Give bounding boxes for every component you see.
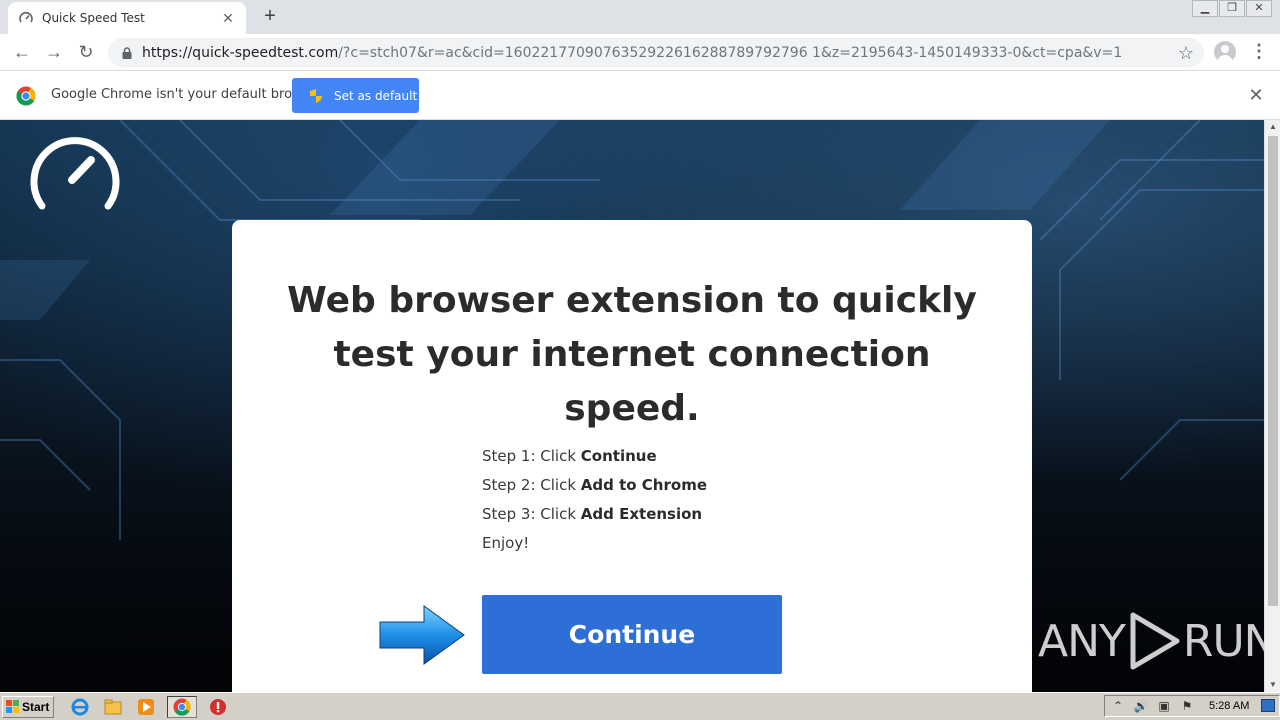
back-button[interactable]: ←	[10, 40, 34, 64]
infobar-message: Google Chrome isn't your default browser	[51, 87, 323, 102]
minimize-button[interactable]: ▁	[1192, 0, 1218, 17]
reload-button[interactable]: ↻	[74, 40, 98, 64]
tray-expand-icon[interactable]: ⌃	[1111, 699, 1125, 713]
shield-icon	[310, 88, 322, 103]
scroll-up-arrow-icon[interactable]: ▲	[1265, 120, 1280, 134]
step-1-prefix: Step 1: Click	[482, 447, 581, 465]
step-2-action: Add to Chrome	[580, 476, 707, 494]
page-headline: Web browser extension to quickly test yo…	[287, 280, 977, 429]
speedometer-favicon-icon	[19, 11, 33, 23]
step-3: Step 3: Click Add Extension	[482, 500, 707, 529]
restore-button[interactable]: ❐	[1219, 0, 1245, 17]
chrome-icon	[16, 86, 36, 106]
close-window-button[interactable]: ✕	[1246, 0, 1272, 17]
stop-sign-icon[interactable]	[206, 696, 230, 718]
show-desktop-icon[interactable]	[1261, 699, 1275, 712]
watermark-right: RUN	[1182, 615, 1264, 667]
instruction-steps: Step 1: Click Continue Step 2: Click Add…	[482, 442, 707, 558]
arrow-icon	[379, 605, 465, 665]
step-1: Step 1: Click Continue	[482, 442, 707, 471]
tab-quick-speed-test[interactable]: Quick Speed Test ✕	[8, 2, 246, 34]
tab-close-icon[interactable]: ✕	[220, 10, 236, 27]
address-bar[interactable]: https://quick-speedtest.com/?c=stch07&r=…	[108, 38, 1204, 67]
new-tab-button[interactable]: +	[258, 6, 282, 28]
action-center-flag-icon[interactable]: ⚑	[1180, 699, 1194, 713]
url-query: /?c=stch07&r=ac&cid=16022177090763529226…	[338, 44, 1123, 61]
infobar-close-icon[interactable]: ✕	[1246, 85, 1266, 106]
watermark-left: ANY	[1038, 615, 1126, 667]
continue-button[interactable]: Continue	[482, 595, 782, 674]
start-button[interactable]: Start	[2, 695, 54, 718]
scroll-thumb[interactable]	[1268, 136, 1278, 606]
system-tray: ⌃ 🔊 ▣ ⚑ 5:28 AM	[1104, 695, 1280, 717]
start-label: Start	[22, 699, 50, 714]
internet-explorer-icon[interactable]	[68, 696, 92, 718]
step-2: Step 2: Click Add to Chrome	[482, 471, 707, 500]
url-host: https://quick-speedtest.com	[142, 44, 339, 61]
step-2-prefix: Step 2: Click	[482, 476, 581, 494]
media-player-icon[interactable]	[134, 696, 158, 718]
windows-flag-icon	[6, 699, 19, 713]
closing-text: Enjoy!	[482, 534, 530, 552]
tab-strip: Quick Speed Test ✕ + ▁ ❐ ✕	[0, 0, 1280, 34]
forward-button[interactable]: →	[42, 40, 66, 64]
page-scrollbar[interactable]: ▲ ▼	[1264, 120, 1280, 692]
speedometer-icon	[30, 137, 120, 210]
set-as-default-button[interactable]: Set as default	[292, 78, 419, 113]
set-as-default-label: Set as default	[334, 88, 418, 103]
step-3-prefix: Step 3: Click	[482, 505, 581, 523]
profile-avatar-icon[interactable]	[1214, 41, 1236, 63]
bookmark-star-icon[interactable]: ☆	[1178, 43, 1194, 64]
network-icon[interactable]: ▣	[1157, 699, 1171, 713]
tab-title: Quick Speed Test	[42, 11, 145, 25]
chrome-menu-icon[interactable]: ⋮	[1250, 41, 1268, 63]
page-viewport: Web browser extension to quickly test yo…	[0, 120, 1264, 692]
windows-taskbar: Start ⌃ 🔊 ▣ ⚑ 5:28 AM	[0, 692, 1280, 720]
step-3-action: Add Extension	[580, 505, 703, 523]
scroll-down-arrow-icon[interactable]: ▼	[1265, 678, 1280, 692]
browser-toolbar: ← → ↻ https://quick-speedtest.com/?c=stc…	[0, 34, 1280, 71]
play-logo-icon	[1130, 612, 1180, 670]
lock-icon	[122, 46, 132, 59]
extension-promo-card: Web browser extension to quickly test yo…	[232, 220, 1032, 692]
step-1-action: Continue	[580, 447, 657, 465]
default-browser-infobar: Google Chrome isn't your default browser…	[0, 71, 1280, 120]
volume-icon[interactable]: 🔊	[1134, 699, 1149, 713]
window-controls: ▁ ❐ ✕	[1191, 0, 1272, 17]
taskbar-clock[interactable]: 5:28 AM	[1209, 700, 1249, 712]
file-explorer-icon[interactable]	[101, 696, 125, 718]
chrome-taskbar-icon[interactable]	[167, 695, 197, 718]
anyrun-watermark: ANY RUN	[1038, 606, 1264, 676]
